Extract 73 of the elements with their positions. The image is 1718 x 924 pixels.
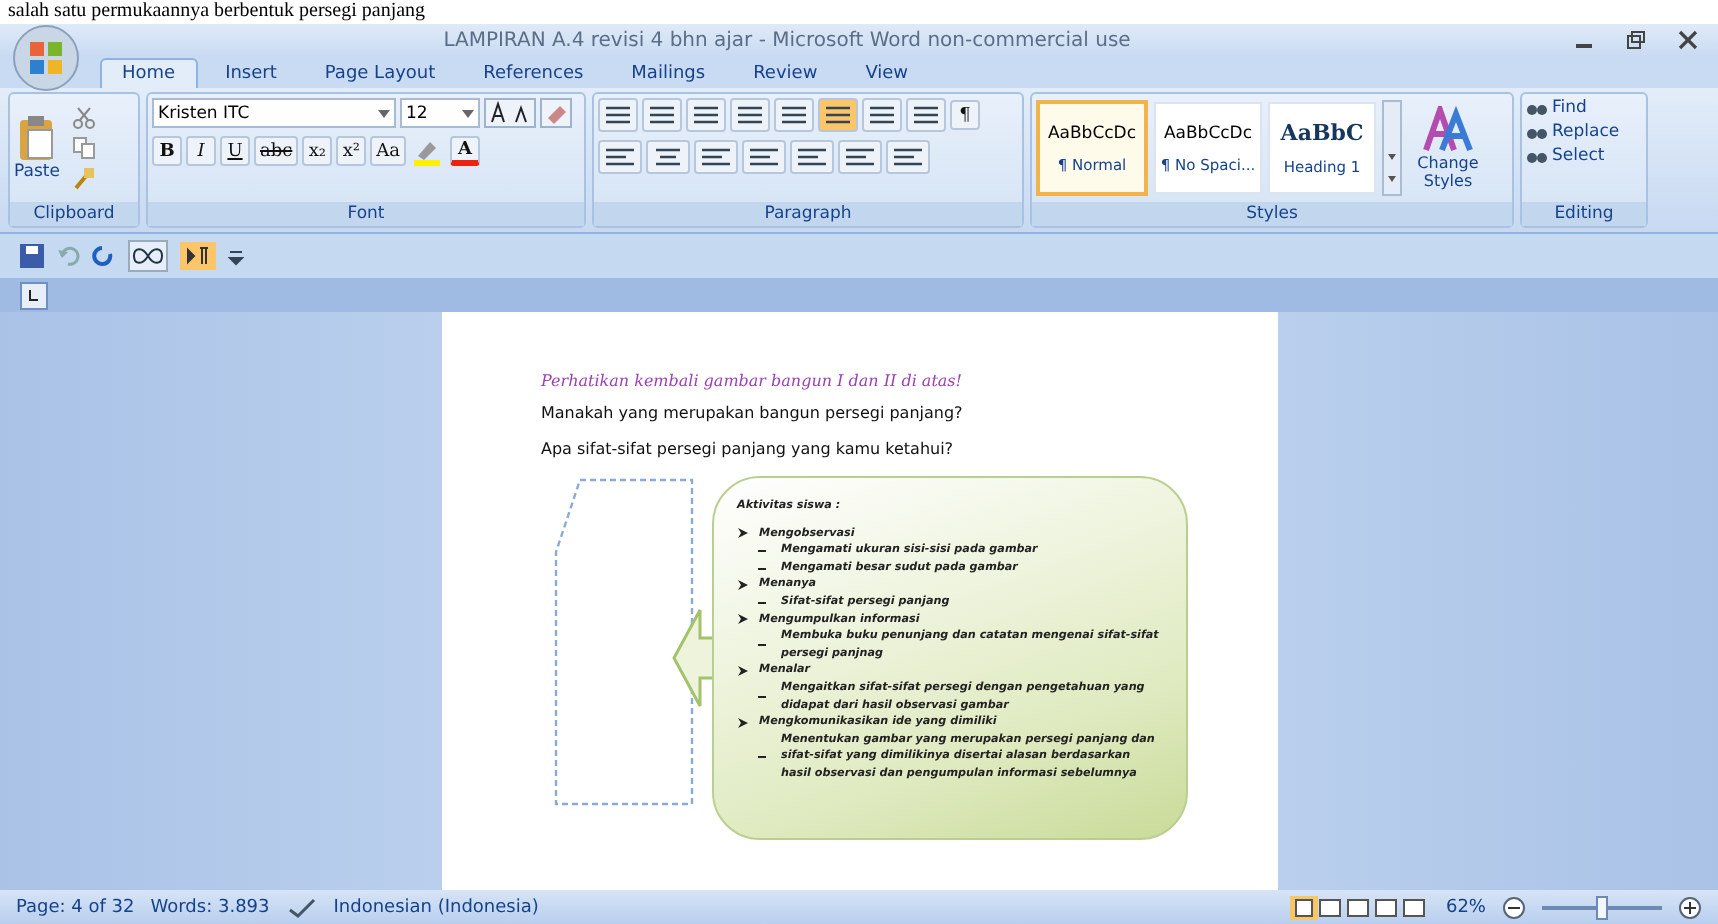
restore-icon[interactable] xyxy=(1626,30,1646,50)
brush-icon[interactable] xyxy=(71,166,96,190)
replace-button[interactable]: Replace xyxy=(1526,122,1642,142)
select-button[interactable]: Select xyxy=(1526,146,1642,166)
ribbon-tab[interactable]: Review xyxy=(733,60,838,88)
dash-bullet-icon xyxy=(757,567,765,570)
arrow-bullet-icon xyxy=(737,666,747,677)
change-styles-button[interactable]: Change Styles xyxy=(1408,106,1488,190)
dropdown-icon[interactable] xyxy=(462,109,474,117)
italic-button[interactable]: I xyxy=(186,136,216,166)
arrow-bullet-icon xyxy=(737,717,747,728)
arrow-bullet-icon xyxy=(737,614,747,625)
question-text: Manakah yang merupakan bangun persegi panjang? xyxy=(541,404,965,422)
clipboard-icon xyxy=(16,114,57,162)
scissors-icon[interactable] xyxy=(71,106,96,130)
group-label: Font xyxy=(148,202,584,226)
group-label: Styles xyxy=(1032,202,1512,226)
ribbon-tab[interactable]: References xyxy=(463,60,604,88)
letters-icon xyxy=(1422,106,1474,154)
subscript-button[interactable]: x₂ xyxy=(302,136,333,166)
change-case-button[interactable]: Aa xyxy=(370,136,407,166)
save-icon[interactable] xyxy=(20,244,44,268)
document-heading: Perhatikan kembali gambar bangun I dan II di atas! xyxy=(541,372,965,390)
font-size-field[interactable]: 12 xyxy=(400,98,480,128)
pilcrow-icon[interactable] xyxy=(180,242,216,270)
zoom-out-icon[interactable] xyxy=(1502,895,1526,919)
zoom-level[interactable]: 62% xyxy=(1445,897,1486,917)
paste-button[interactable]: Paste xyxy=(14,114,60,182)
strikethrough-button[interactable]: abc xyxy=(254,136,299,166)
window-title: LAMPIRAN A.4 revisi 4 bhn ajar - Microsoft Word non-commercial use xyxy=(441,29,1133,51)
dash-bullet-icon xyxy=(757,696,765,699)
dash-bullet-icon xyxy=(757,601,765,604)
page-count[interactable]: Page: 4 of 32 xyxy=(16,897,135,917)
ribbon-tab[interactable]: Page Layout xyxy=(304,60,456,88)
arrow-bullet-icon xyxy=(737,580,747,591)
view-buttons-icon[interactable] xyxy=(1289,895,1430,919)
language-status[interactable]: Indonesian (Indonesia) xyxy=(333,897,539,917)
copy-icon[interactable] xyxy=(71,136,96,160)
underline-button[interactable]: U xyxy=(220,136,250,166)
customize-icon[interactable] xyxy=(228,246,244,266)
align-left-icon[interactable] xyxy=(598,140,642,174)
zoom-in-icon[interactable] xyxy=(1678,895,1702,919)
arrow-bullet-icon xyxy=(737,528,747,539)
infinity-icon[interactable] xyxy=(128,240,168,272)
font-color-button[interactable]: A xyxy=(450,136,481,166)
eraser-icon[interactable] xyxy=(540,98,572,128)
proofing-icon[interactable] xyxy=(285,895,318,919)
ribbon-tab[interactable]: Insert xyxy=(205,60,297,88)
question-text: Apa sifat-sifat persegi panjang yang kamu ketahui? xyxy=(541,440,956,458)
group-label: Paragraph xyxy=(594,202,1022,226)
group-label: Clipboard xyxy=(10,202,138,226)
close-icon[interactable] xyxy=(1678,30,1698,50)
grow-font-icon[interactable] xyxy=(484,98,536,128)
find-button[interactable]: Find xyxy=(1526,98,1642,118)
dash-bullet-icon xyxy=(757,756,765,759)
redo-icon[interactable] xyxy=(92,244,116,268)
dropdown-icon[interactable] xyxy=(378,109,390,117)
font-name-field[interactable]: Kristen ITC xyxy=(152,98,396,128)
bold-button[interactable]: B xyxy=(152,136,182,166)
show-marks-button[interactable]: ¶ xyxy=(950,100,980,130)
gallery-scroll-icon[interactable] xyxy=(1382,100,1402,196)
dash-bullet-icon xyxy=(757,644,765,647)
dash-bullet-icon xyxy=(757,549,765,552)
word-count[interactable]: Words: 3.893 xyxy=(150,897,270,917)
group-label: Editing xyxy=(1522,202,1646,226)
superscript-button[interactable]: x² xyxy=(336,136,367,166)
zoom-slider-thumb[interactable] xyxy=(1596,895,1608,919)
document-text: salah satu permukaannya berbentuk persegi panjang xyxy=(0,0,1718,24)
center-icon[interactable] xyxy=(646,140,690,174)
ribbon-tab[interactable]: Mailings xyxy=(611,60,726,88)
ribbon-tab[interactable]: View xyxy=(845,60,929,88)
ribbon-tab[interactable]: Home xyxy=(100,58,198,88)
tab-selector-icon[interactable] xyxy=(20,281,48,309)
